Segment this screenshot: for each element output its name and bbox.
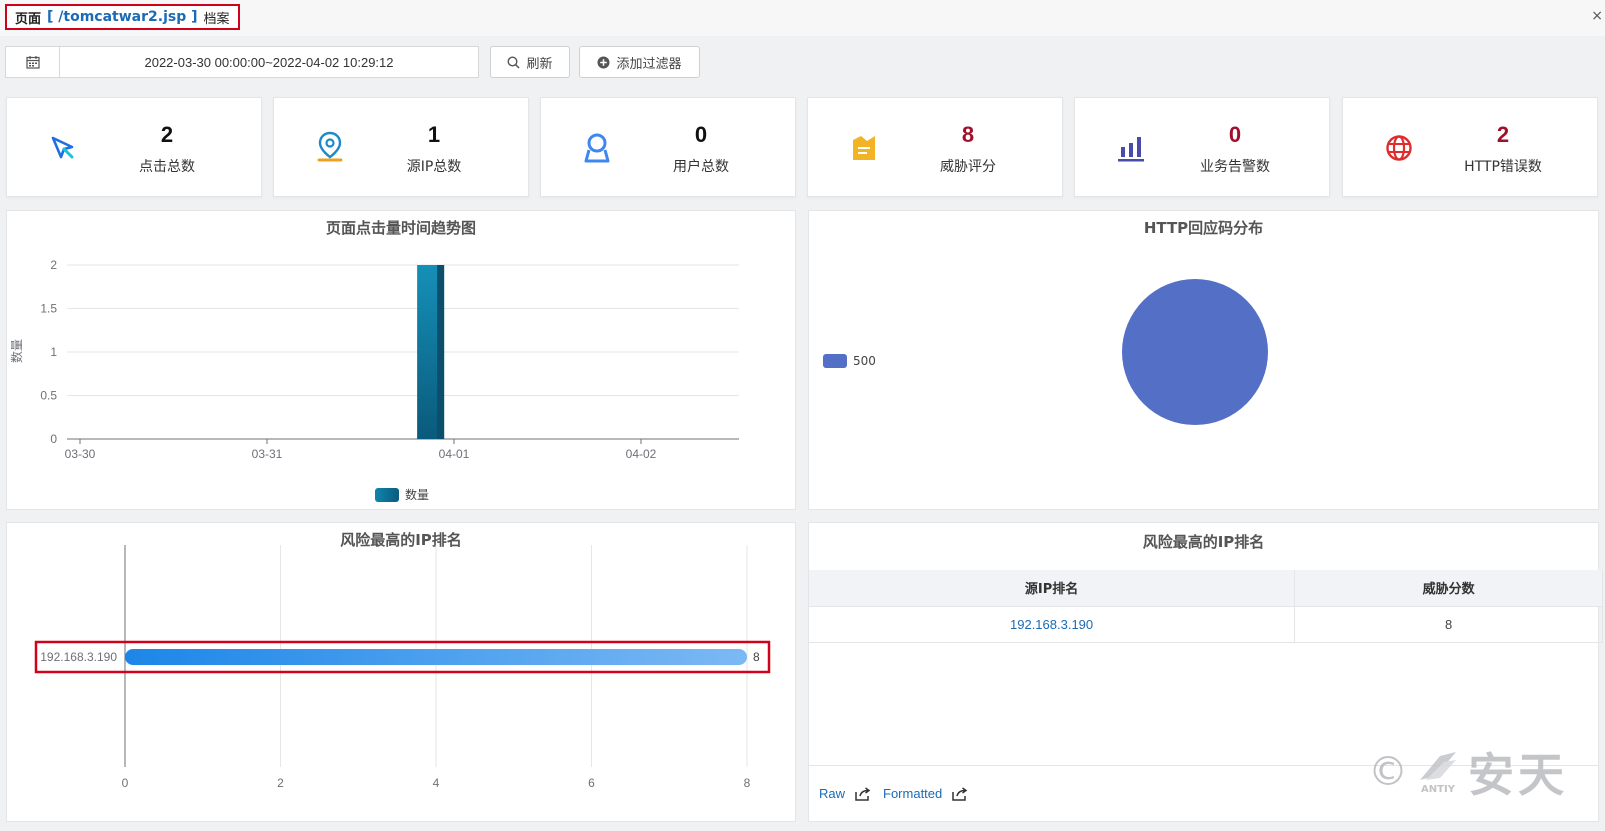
bar (125, 649, 747, 665)
y-tick-label: 2 (50, 258, 57, 272)
add-filter-button[interactable]: 添加过滤器 (579, 46, 700, 78)
y-tick-label: 0 (50, 432, 57, 446)
globe-icon (1379, 128, 1419, 168)
x-tick-label: 4 (433, 776, 440, 790)
stat-label: 源IP总数 (406, 159, 462, 175)
refresh-button[interactable]: 刷新 (490, 46, 570, 78)
stat-label: 用户总数 (673, 159, 729, 175)
ip-table-title: 风险最高的IP排名 (1142, 533, 1265, 551)
search-icon (507, 55, 521, 69)
data-label: 8 (753, 650, 760, 664)
y-tick-label: 1 (50, 345, 57, 359)
stat-card-clicks: 2 点击总数 (6, 97, 262, 197)
x-tick-label: 6 (588, 776, 595, 790)
breadcrumb-prefix: 页面 (15, 11, 42, 27)
stat-label: 点击总数 (139, 159, 195, 175)
refresh-label: 刷新 (526, 56, 553, 72)
stat-value: 0 (694, 122, 708, 147)
page-path-link[interactable]: [ /tomcatwar2.jsp ] (47, 9, 198, 25)
stat-card-business-alerts: 0 业务告警数 (1074, 97, 1330, 197)
x-tick-label: 03-31 (252, 447, 283, 461)
formatted-link[interactable]: Formatted (883, 786, 968, 801)
x-tick-label: 04-02 (626, 447, 657, 461)
formatted-label: Formatted (883, 786, 943, 801)
stat-value: 8 (961, 122, 975, 147)
y-axis-label: 数量 (9, 339, 24, 363)
stat-value: 1 (427, 122, 441, 147)
page-breadcrumb: 页面 [ /tomcatwar2.jsp ] 档案 (5, 4, 240, 30)
ip-bar-chart: 0 2 4 6 8 192.168.3.190 8 (34, 545, 771, 790)
trend-legend[interactable]: 数量 (375, 486, 429, 503)
x-tick-label: 2 (277, 776, 284, 790)
ip-rank-table: 源IP排名 威胁分数 192.168.3.190 8 (809, 570, 1603, 643)
bar-chart-icon (1111, 128, 1151, 168)
copyright-mark: © (1368, 749, 1408, 795)
date-range-picker[interactable]: 2022-03-30 00:00:00~2022-04-02 10:29:12 (5, 46, 479, 78)
close-icon[interactable]: × (1591, 8, 1603, 24)
pie-chart (1122, 279, 1268, 425)
add-filter-label: 添加过滤器 (616, 56, 682, 72)
breadcrumb-suffix: 档案 (203, 11, 230, 27)
stat-card-source-ip: 1 源IP总数 (273, 97, 529, 197)
threat-score-cell: 8 (1294, 605, 1603, 643)
pie-slice (1122, 279, 1268, 425)
bar-side (437, 265, 445, 439)
table-header-row: 源IP排名 威胁分数 (809, 570, 1603, 606)
y-tick-label: 0.5 (40, 389, 57, 403)
trend-chart: 0 0.5 1 1.5 2 03-30 03-31 04-01 04-02 数量 (9, 258, 739, 461)
y-category-label: 192.168.3.190 (40, 650, 117, 664)
stat-card-users: 0 用户总数 (540, 97, 796, 197)
location-pin-icon (310, 128, 350, 168)
ip-link[interactable]: 192.168.3.190 (809, 605, 1296, 643)
date-range-value[interactable]: 2022-03-30 00:00:00~2022-04-02 10:29:12 (60, 47, 478, 77)
raw-label: Raw (819, 786, 846, 801)
legend-label: 数量 (405, 488, 430, 502)
stat-label: 威胁评分 (940, 159, 996, 175)
stat-label: HTTP错误数 (1464, 159, 1542, 175)
column-header-threat-score[interactable]: 威胁分数 (1294, 570, 1603, 606)
stat-value: 2 (160, 122, 174, 147)
top-bar: 页面 [ /tomcatwar2.jsp ] 档案 × (0, 0, 1605, 36)
share-icon (952, 786, 968, 801)
stat-card-http-errors: 2 HTTP错误数 (1342, 97, 1598, 197)
calendar-icon (25, 56, 40, 69)
antiy-watermark: © ANTIY 安天 (1368, 739, 1568, 805)
threat-score-icon (844, 128, 884, 168)
x-tick-label: 8 (744, 776, 751, 790)
stat-value: 2 (1496, 122, 1510, 147)
pie-chart-panel: HTTP回应码分布 500 (808, 210, 1599, 510)
brand-sub: ANTIY (1421, 783, 1455, 795)
ip-table-panel: 风险最高的IP排名 源IP排名 威胁分数 192.168.3.190 8 Raw… (808, 522, 1603, 822)
share-icon (855, 786, 871, 801)
antiy-logo-icon (1420, 751, 1456, 780)
calendar-button[interactable] (6, 47, 60, 77)
trend-chart-panel: 页面点击量时间趋势图 0 0.5 1 1.5 2 03-30 03-31 04-01 04-02… (6, 210, 796, 510)
stat-label: 业务告警数 (1200, 159, 1270, 175)
raw-link[interactable]: Raw (819, 786, 871, 801)
x-tick-label: 03-30 (65, 447, 96, 461)
table-row: 192.168.3.190 8 (809, 605, 1603, 643)
legend-swatch (375, 487, 399, 502)
brand-name: 安天 (1468, 748, 1568, 802)
column-header-ip-rank[interactable]: 源IP排名 (809, 570, 1296, 606)
stat-value: 0 (1228, 122, 1242, 147)
cursor-icon (43, 128, 83, 168)
plus-circle-icon (597, 56, 610, 68)
user-icon (577, 128, 617, 168)
x-tick-label: 0 (122, 776, 129, 790)
ip-bar-chart-panel: 风险最高的IP排名 0 2 4 6 8 192.168.3.190 8 (6, 522, 796, 822)
y-tick-label: 1.5 (40, 302, 57, 316)
x-tick-label: 04-01 (439, 447, 470, 461)
stat-card-threat-score: 8 威胁评分 (807, 97, 1063, 197)
